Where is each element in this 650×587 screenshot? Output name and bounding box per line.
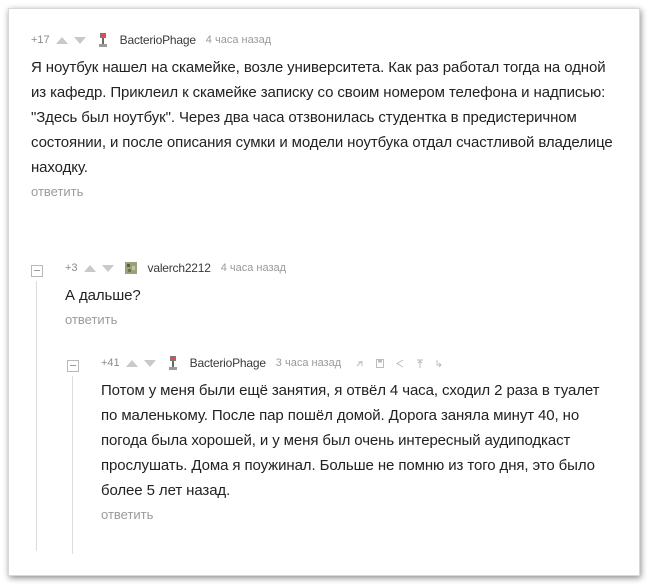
thread-line bbox=[36, 281, 37, 551]
comment-1: +17 BacterioPhage 4 часа назад Я ноутбук… bbox=[31, 31, 621, 199]
author-name[interactable]: valerch2212 bbox=[148, 261, 211, 275]
comment-text: Потом у меня были ещё занятия, я отвёл 4… bbox=[101, 382, 600, 499]
share-icon[interactable] bbox=[396, 359, 404, 368]
comment-text: Я ноутбук нашел на скамейке, возле униве… bbox=[31, 59, 613, 176]
upvote-icon[interactable] bbox=[55, 36, 68, 44]
comment-3: +41 BacterioPhage 3 часа назад Потом у м… bbox=[101, 354, 621, 522]
comment-meta: +41 BacterioPhage 3 часа назад bbox=[101, 354, 621, 372]
rating: +41 bbox=[101, 357, 120, 369]
reply-link[interactable]: ответить bbox=[31, 184, 621, 199]
reply-link[interactable]: ответить bbox=[65, 312, 625, 327]
rating: +3 bbox=[65, 262, 78, 274]
comment-meta: +17 BacterioPhage 4 часа назад bbox=[31, 31, 621, 49]
upvote-icon[interactable] bbox=[125, 359, 138, 367]
reply-link[interactable]: ответить bbox=[101, 507, 621, 522]
timestamp[interactable]: 4 часа назад bbox=[221, 262, 286, 274]
timestamp[interactable]: 4 часа назад bbox=[206, 34, 271, 46]
avatar[interactable] bbox=[96, 32, 110, 48]
link-icon[interactable] bbox=[355, 359, 364, 368]
collapse-toggle[interactable] bbox=[31, 265, 43, 277]
downvote-icon[interactable] bbox=[101, 264, 114, 272]
author-name[interactable]: BacterioPhage bbox=[120, 33, 196, 47]
comments-panel: +17 BacterioPhage 4 часа назад Я ноутбук… bbox=[8, 8, 640, 576]
upvote-icon[interactable] bbox=[83, 264, 96, 272]
comment-text: А дальше? bbox=[65, 287, 141, 304]
collapse-toggle[interactable] bbox=[67, 360, 79, 372]
avatar[interactable] bbox=[124, 260, 138, 276]
comment-2: +3 valerch2212 4 часа назад А дальше? от… bbox=[65, 259, 625, 327]
author-name[interactable]: BacterioPhage bbox=[190, 356, 266, 370]
timestamp[interactable]: 3 часа назад bbox=[276, 357, 341, 369]
avatar[interactable] bbox=[166, 355, 180, 371]
downvote-icon[interactable] bbox=[143, 359, 156, 367]
rating: +17 bbox=[31, 34, 50, 46]
comment-meta: +3 valerch2212 4 часа назад bbox=[65, 259, 625, 277]
to-top-icon[interactable] bbox=[416, 359, 424, 368]
comment-tools bbox=[355, 358, 442, 368]
thread-line bbox=[72, 376, 73, 554]
save-icon[interactable] bbox=[376, 358, 385, 368]
downvote-icon[interactable] bbox=[73, 36, 86, 44]
to-parent-icon[interactable] bbox=[436, 359, 442, 368]
